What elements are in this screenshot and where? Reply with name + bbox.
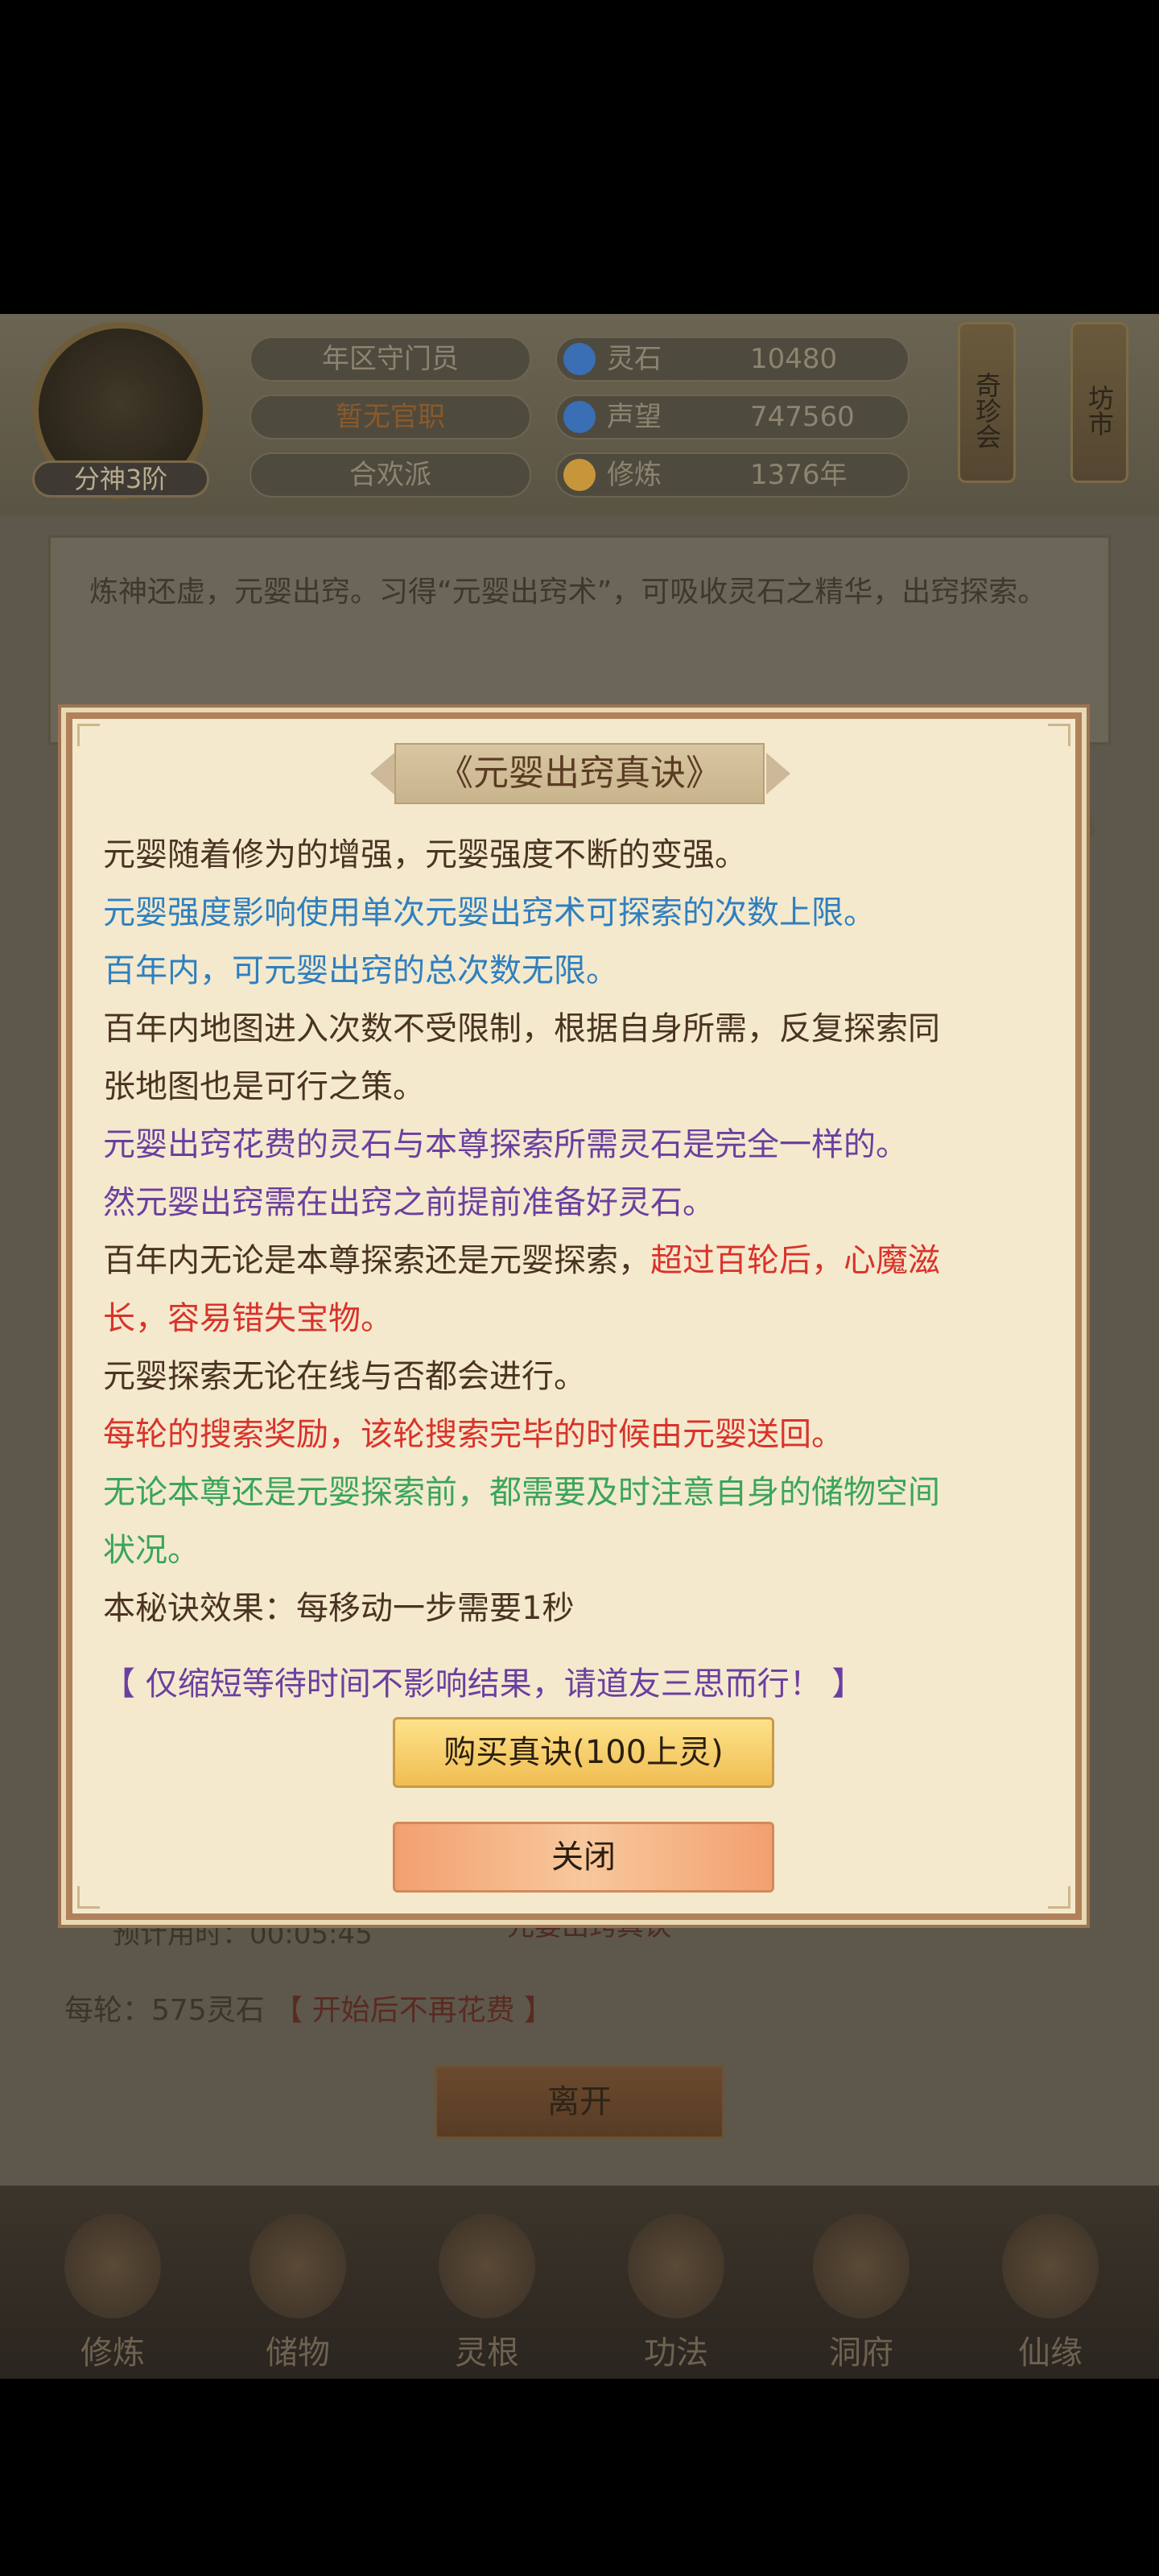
fortune-icon	[1002, 2214, 1099, 2318]
cost-note: 【 开始后不再花费 】	[274, 1994, 554, 2027]
title-right-arrow-icon	[766, 753, 790, 795]
rule-text: 无论本尊还是元婴探索前，都需要及时注意自身的储物空间	[103, 1474, 940, 1511]
nav-label: 仙缘	[1018, 2334, 1083, 2372]
rule-text-part: 百年内无论是本尊探索还是元婴探索，	[103, 1242, 650, 1279]
rule-text: 状况。	[103, 1532, 200, 1569]
stat-value: 747560	[750, 401, 855, 433]
cultivation-icon	[64, 2214, 161, 2318]
corner-ornament	[1048, 724, 1070, 746]
sect-pill: 合欢派	[250, 452, 531, 497]
buy-secret-art-button[interactable]: 购买真诀(100上灵)	[393, 1717, 774, 1788]
technique-book-icon	[628, 2214, 724, 2318]
rule-text: 元婴出窍花费的灵石与本尊探索所需灵石是完全一样的。	[103, 1126, 908, 1163]
dialog-title: 《元婴出窍真诀》	[394, 743, 765, 804]
corner-ornament	[77, 1886, 100, 1909]
bottom-blank-area	[0, 2379, 1159, 2576]
rule-text: 百年内无论是本尊探索还是元婴探索，超过百轮后，心魔滋	[103, 1232, 1053, 1290]
spirit-stone-stat: 灵石 10480	[555, 336, 909, 382]
close-button[interactable]: 关闭	[393, 1822, 774, 1893]
storage-bag-icon	[250, 2214, 346, 2318]
nav-label: 功法	[644, 2334, 708, 2372]
rule-text: 元婴强度影响使用单次元婴出窍术可探索的次数上限。	[103, 894, 876, 931]
corner-ornament	[1048, 1886, 1070, 1909]
rule-text: 百年内，可元婴出窍的总次数无限。	[103, 952, 618, 989]
rule-text: 元婴随着修为的增强，元婴强度不断的变强。	[103, 836, 747, 873]
market-button[interactable]: 坊市	[1070, 322, 1128, 483]
stat-label: 灵石	[607, 343, 662, 375]
leave-button[interactable]: 离开	[435, 2065, 724, 2139]
nav-label: 灵根	[455, 2334, 519, 2372]
rule-text: 元婴探索无论在线与否都会进行。	[103, 1358, 586, 1395]
cost-per-round: 每轮：575灵石 【 开始后不再花费 】	[64, 1987, 553, 2029]
nav-item-cultivation[interactable]: 修炼	[40, 2214, 185, 2375]
corner-ornament	[77, 724, 100, 746]
title-left-arrow-icon	[370, 753, 394, 795]
rule-warning-text: 长，容易错失宝物。	[103, 1300, 393, 1337]
title-pill: 年区守门员	[250, 336, 531, 382]
meditation-icon	[563, 459, 596, 491]
stat-label: 修炼	[607, 459, 662, 491]
nav-label: 修炼	[80, 2334, 145, 2372]
rank-badge: 分神3阶	[32, 460, 209, 497]
reputation-stat: 声望 747560	[555, 394, 909, 440]
official-post-pill: 暂无官职	[250, 394, 531, 440]
nav-item-cave[interactable]: 洞府	[789, 2214, 934, 2375]
nav-item-fortune[interactable]: 仙缘	[978, 2214, 1123, 2375]
rule-text: 然元婴出窍需在出窍之前提前准备好灵石。	[103, 1184, 715, 1221]
reputation-icon	[563, 401, 596, 433]
effect-text: 本秘诀效果：每移动一步需要1秒	[103, 1590, 575, 1627]
rule-text: 百年内地图进入次数不受限制，根据自身所需，反复探索同	[103, 1010, 940, 1047]
cost-text: 每轮：575灵石	[64, 1994, 265, 2027]
rule-warning-text: 每轮的搜索奖励，该轮搜索完毕的时候由元婴送回。	[103, 1416, 843, 1453]
nav-item-technique[interactable]: 功法	[604, 2214, 749, 2375]
nav-label: 储物	[266, 2334, 330, 2372]
nav-label: 洞府	[829, 2334, 893, 2372]
nav-item-storage[interactable]: 储物	[225, 2214, 370, 2375]
cave-dwelling-icon	[813, 2214, 909, 2318]
stat-label: 声望	[607, 401, 662, 433]
spirit-root-icon	[439, 2214, 535, 2318]
stat-value: 10480	[750, 343, 838, 375]
warning-note: 【 仅缩短等待时间不影响结果，请道友三思而行！ 】	[103, 1666, 864, 1703]
stat-value: 1376年	[750, 459, 848, 491]
cultivation-stat: 修炼 1376年	[555, 452, 909, 497]
rule-warning-text: 超过百轮后，心魔滋	[650, 1242, 940, 1279]
treasure-auction-button[interactable]: 奇珍会	[958, 322, 1016, 483]
secret-art-dialog: 《元婴出窍真诀》 元婴随着修为的增强，元婴强度不断的变强。 元婴强度影响使用单次…	[66, 712, 1082, 1920]
nav-item-spirit-root[interactable]: 灵根	[415, 2214, 559, 2375]
spirit-stone-icon	[563, 343, 596, 375]
top-blank-area	[0, 0, 1159, 314]
rule-text: 张地图也是可行之策。	[103, 1068, 425, 1105]
